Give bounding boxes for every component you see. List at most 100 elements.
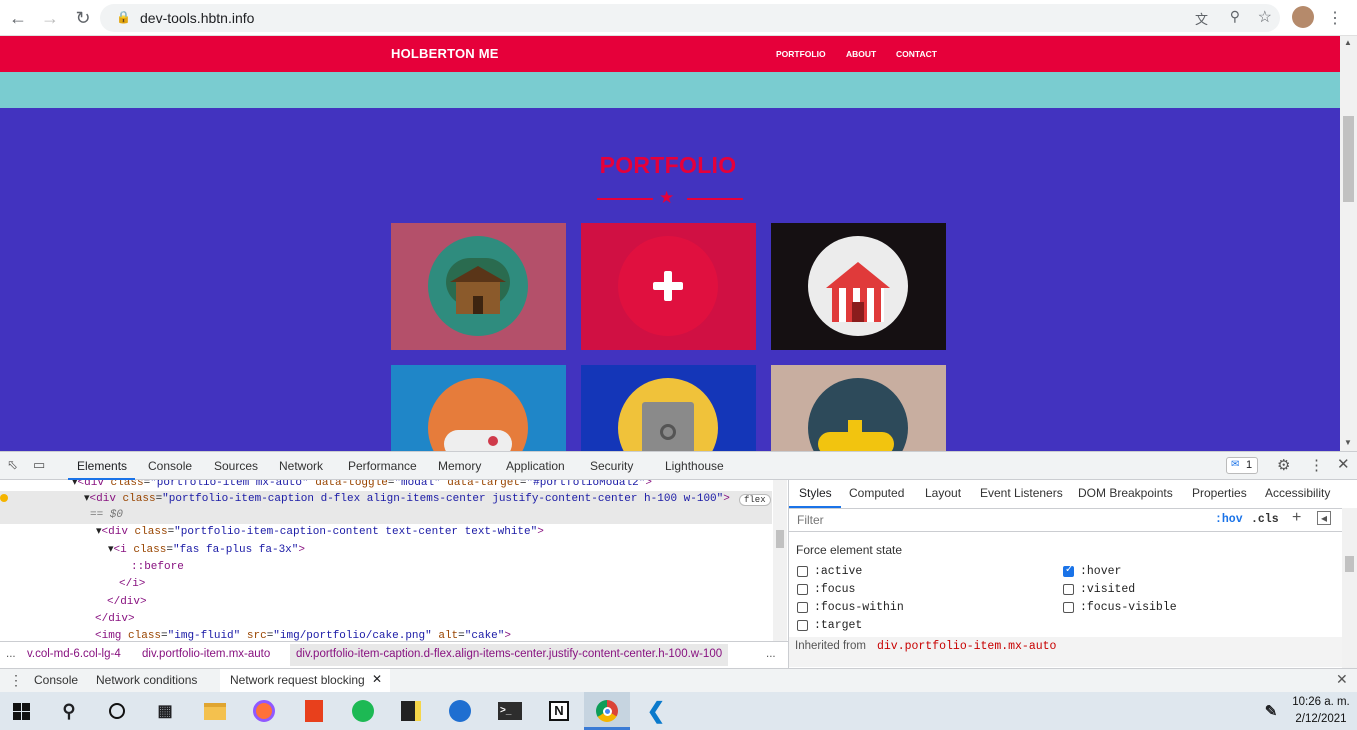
active-checkbox[interactable]	[797, 566, 808, 577]
new-rule-plus-icon[interactable]: +	[1292, 509, 1301, 527]
nav-portfolio-link[interactable]: PORTFOLIO	[776, 49, 826, 59]
tab-styles[interactable]: Styles	[799, 486, 832, 500]
tab-memory[interactable]: Memory	[438, 459, 481, 473]
tab-sources[interactable]: Sources	[214, 459, 258, 473]
portfolio-item-circus[interactable]	[771, 223, 946, 350]
sticky-notes-icon[interactable]	[398, 698, 424, 724]
menu-kebab-icon[interactable]: ⋮	[1323, 6, 1347, 30]
file-explorer-icon[interactable]	[202, 698, 228, 724]
drawer-active-tab[interactable]: Network request blocking ✕	[220, 669, 390, 692]
dom-line-close-i[interactable]: </i>	[119, 577, 145, 592]
breadcrumb-selected[interactable]: div.portfolio-item-caption.d-flex.align-…	[290, 644, 729, 666]
nav-contact-link[interactable]: CONTACT	[896, 49, 937, 59]
tab-console[interactable]: Console	[148, 459, 192, 473]
page-scrollbar[interactable]: ▲ ▼	[1340, 36, 1357, 451]
translate-icon[interactable]: 文	[1195, 9, 1208, 28]
windows-start-icon[interactable]	[8, 698, 34, 724]
profile-avatar[interactable]	[1292, 6, 1314, 28]
issues-badge[interactable]: ✉ 1	[1226, 457, 1258, 474]
hov-toggle[interactable]: :hov	[1215, 513, 1243, 526]
dom-line-close-div[interactable]: </div>	[107, 595, 147, 610]
tab-security[interactable]: Security	[590, 459, 633, 473]
portfolio-item-safe[interactable]	[581, 365, 756, 451]
inspect-element-icon[interactable]: ⬁	[7, 457, 18, 473]
styles-filter-input[interactable]	[793, 510, 1207, 530]
drawer-tab-console[interactable]: Console	[34, 673, 78, 687]
tab-application[interactable]: Application	[506, 459, 565, 473]
styles-scrollbar[interactable]	[1342, 508, 1357, 668]
tab-lighthouse[interactable]: Lighthouse	[665, 459, 724, 473]
focus-checkbox[interactable]	[797, 584, 808, 595]
devtools-menu-icon[interactable]: ⋮	[1309, 456, 1324, 474]
drawer-menu-icon[interactable]: ⋮	[9, 672, 23, 689]
pen-workspace-icon[interactable]: ✎	[1258, 698, 1284, 724]
taskbar-date[interactable]: 2/12/2021	[1290, 713, 1352, 725]
terminal-icon[interactable]: >_	[497, 698, 523, 724]
search-icon[interactable]: ⚲	[56, 698, 82, 724]
scrollbar-thumb[interactable]	[1343, 116, 1354, 202]
site-brand[interactable]: HOLBERTON ME	[391, 46, 499, 61]
firefox-icon[interactable]	[251, 698, 277, 724]
portfolio-item-cabin[interactable]	[391, 223, 566, 350]
plus-icon	[618, 236, 718, 336]
zoom-icon[interactable]: ⚲	[1230, 8, 1240, 25]
tab-elements[interactable]: Elements	[77, 459, 127, 473]
close-drawer-icon[interactable]: ✕	[1336, 671, 1348, 688]
url-text[interactable]: dev-tools.hbtn.info	[140, 10, 254, 26]
inherited-selector[interactable]: div.portfolio-item.mx-auto	[877, 640, 1056, 653]
close-tab-icon[interactable]: ✕	[372, 672, 382, 686]
vscode-icon[interactable]: ❮	[643, 698, 669, 724]
portfolio-item-hovered[interactable]	[581, 223, 756, 350]
dom-line-icon[interactable]: ▾<i class="fas fa-plus fa-3x">	[108, 543, 305, 558]
tab-accessibility[interactable]: Accessibility	[1265, 486, 1330, 500]
cortana-icon[interactable]	[104, 698, 130, 724]
dom-line-caption-content[interactable]: ▾<div class="portfolio-item-caption-cont…	[96, 525, 544, 540]
dom-scrollbar[interactable]	[773, 480, 787, 641]
safe-icon	[618, 378, 718, 451]
breadcrumb-overflow-right[interactable]: ...	[766, 648, 776, 660]
breadcrumb-portfolio-item[interactable]: div.portfolio-item.mx-auto	[142, 648, 270, 660]
flex-badge[interactable]: flex	[739, 494, 771, 506]
portfolio-item-game[interactable]	[391, 365, 566, 451]
dom-line-portfolio-item[interactable]: ▾<div class="portfolio-item mx-auto" dat…	[72, 480, 652, 491]
spotify-icon[interactable]	[350, 698, 376, 724]
thunderbird-icon[interactable]	[447, 698, 473, 724]
office-icon[interactable]	[301, 698, 327, 724]
tab-layout[interactable]: Layout	[925, 486, 961, 500]
device-toolbar-icon[interactable]: ▭	[33, 457, 45, 473]
tab-properties[interactable]: Properties	[1192, 486, 1247, 500]
dom-line-img[interactable]: <img class="img-fluid" src="img/portfoli…	[95, 629, 511, 641]
focus-within-checkbox[interactable]	[797, 602, 808, 613]
tab-network[interactable]: Network	[279, 459, 323, 473]
dom-line-before[interactable]: ::before	[131, 560, 184, 575]
settings-gear-icon[interactable]: ⚙	[1277, 456, 1290, 474]
dom-line-close-div-2[interactable]: </div>	[95, 612, 135, 627]
focus-visible-checkbox[interactable]	[1063, 602, 1074, 613]
toggle-sidebar-icon[interactable]: ◂	[1317, 511, 1331, 525]
task-view-icon[interactable]: ▦	[152, 698, 178, 724]
visited-checkbox[interactable]	[1063, 584, 1074, 595]
tab-computed[interactable]: Computed	[849, 486, 904, 500]
hover-checkbox[interactable]: ✓	[1063, 564, 1074, 577]
tab-dom-breakpoints[interactable]: DOM Breakpoints	[1078, 486, 1173, 500]
chrome-icon[interactable]	[594, 698, 620, 724]
cls-toggle[interactable]: .cls	[1251, 513, 1279, 526]
breadcrumb-overflow-left[interactable]: ...	[6, 648, 16, 660]
reload-icon[interactable]: ↻	[71, 6, 95, 30]
portfolio-item-submarine[interactable]	[771, 365, 946, 451]
close-devtools-icon[interactable]: ✕	[1337, 455, 1350, 473]
focus-visible-label: :focus-visible	[1080, 601, 1177, 614]
forward-icon[interactable]: →	[38, 6, 62, 30]
notion-icon[interactable]: N	[546, 698, 572, 724]
tab-performance[interactable]: Performance	[348, 459, 417, 473]
tab-event-listeners[interactable]: Event Listeners	[980, 486, 1063, 500]
bookmark-star-icon[interactable]: ☆	[1258, 7, 1272, 27]
drawer-tab-network-conditions[interactable]: Network conditions	[96, 673, 197, 687]
taskbar-time[interactable]: 10:26 a. m.	[1290, 696, 1352, 708]
nav-about-link[interactable]: ABOUT	[846, 49, 876, 59]
address-bar[interactable]: 🔒 dev-tools.hbtn.info 文 ⚲ ☆	[100, 4, 1280, 32]
target-checkbox[interactable]	[797, 620, 808, 631]
dom-line-caption-selected[interactable]: ▾<div class="portfolio-item-caption d-fl…	[84, 492, 730, 507]
back-icon[interactable]: ←	[6, 6, 30, 30]
breadcrumb-col[interactable]: v.col-md-6.col-lg-4	[27, 648, 121, 660]
